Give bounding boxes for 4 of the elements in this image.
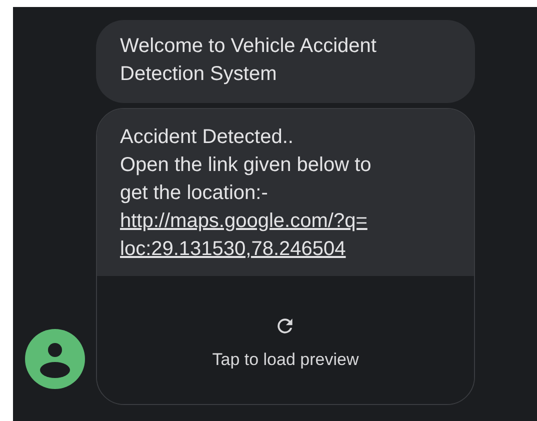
load-preview-button[interactable]: Tap to load preview — [212, 315, 359, 373]
avatar-icon — [25, 329, 85, 389]
message-link[interactable]: http://maps.google.com/?q=loc:29.131530,78.246504 — [120, 207, 368, 263]
message-text: Welcome to Vehicle Accident Detection System — [120, 34, 378, 87]
